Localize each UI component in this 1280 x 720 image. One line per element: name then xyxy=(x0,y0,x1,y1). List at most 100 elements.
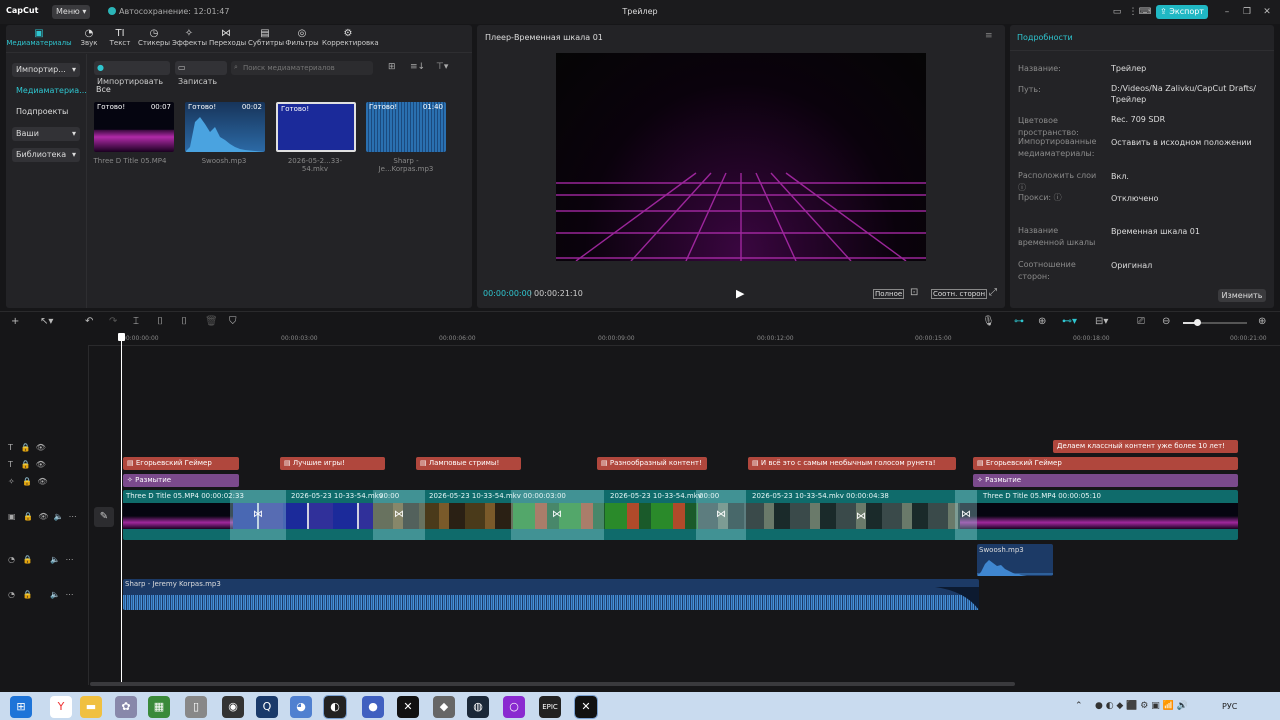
spreadsheet-icon[interactable]: ▦ xyxy=(148,696,170,718)
yandex-browser-icon[interactable]: Y xyxy=(50,696,72,718)
transition-icon[interactable]: ⋈ xyxy=(253,509,263,520)
tab-transitions[interactable]: ⋈ Переходы xyxy=(209,28,246,50)
capcut-taskbar-icon[interactable]: ✕ xyxy=(397,696,419,718)
sidebar-item-yours[interactable]: Ваши ▾ xyxy=(12,127,80,141)
media-item-sharp[interactable]: Готово! 01:40 xyxy=(366,102,446,152)
magnet-icon[interactable]: ⊕ xyxy=(1038,316,1046,327)
language-indicator[interactable]: РУС xyxy=(1222,702,1237,711)
sidebar-item-library[interactable]: Библиотека ▾ xyxy=(12,148,80,162)
transition-icon[interactable]: ⋈ xyxy=(552,509,562,520)
split-right-icon[interactable]: ⌷ xyxy=(181,316,187,327)
fullscreen-icon[interactable]: ⤢ xyxy=(989,287,997,298)
zoom-slider-handle[interactable] xyxy=(1194,319,1201,326)
qbittorrent-icon[interactable]: Q xyxy=(256,696,278,718)
split-left-icon[interactable]: ⌷ xyxy=(157,316,163,327)
change-button[interactable]: Изменить xyxy=(1218,289,1266,302)
music-clip[interactable]: Sharp - Jeremy Korpas.mp3 xyxy=(123,579,979,610)
zoom-in-icon[interactable]: ⊕ xyxy=(1258,316,1266,327)
playhead[interactable] xyxy=(121,334,122,686)
tab-filters[interactable]: ◎ Фильтры xyxy=(285,28,319,50)
text-clip[interactable]: ▤ Лучшие игры! xyxy=(280,457,385,470)
video-clip-title-2[interactable] xyxy=(960,503,1238,529)
import-dropdown[interactable]: Импортир... ▾ xyxy=(12,63,80,77)
speaker-icon[interactable]: 🔈 xyxy=(50,590,60,599)
game-icon[interactable]: ◆ xyxy=(433,696,455,718)
grid-view-icon[interactable]: ⊞ xyxy=(388,62,396,72)
eye-icon[interactable]: 👁 xyxy=(37,477,47,486)
steam-icon[interactable]: ◍ xyxy=(467,696,489,718)
discord-icon[interactable]: ◕ xyxy=(290,696,312,718)
sidebar-item-projects[interactable]: Подпроекты xyxy=(12,105,80,119)
tab-adjust[interactable]: ⚙ Корректировка xyxy=(322,28,379,50)
tray-chevron-icon[interactable]: ⌃ xyxy=(1075,701,1083,711)
transition-icon[interactable]: ⋈ xyxy=(856,511,866,522)
link-icon[interactable]: ⊶ xyxy=(1014,316,1024,327)
delete-icon[interactable]: 🗑 xyxy=(205,316,218,327)
text-clip[interactable]: ▤ Егорьевский Геймер xyxy=(123,457,239,470)
fullscreen-quality-button[interactable]: Полное xyxy=(873,289,905,299)
sort-icon[interactable]: ≡↓ xyxy=(410,62,425,72)
more-icon[interactable]: ⋯ xyxy=(69,512,77,521)
tab-stickers[interactable]: ◷ Стикеры xyxy=(137,28,171,50)
media-item-swoosh[interactable]: Готово! 00:02 xyxy=(185,102,265,152)
file-explorer-icon[interactable]: ▬ xyxy=(80,696,102,718)
tab-effects[interactable]: ✧ Эффекты xyxy=(172,28,207,50)
lock-icon[interactable]: 🔒 xyxy=(21,460,31,469)
lock-icon[interactable]: 🔒 xyxy=(23,590,33,599)
app-icon[interactable]: ● xyxy=(362,696,384,718)
more-icon[interactable]: ⋯ xyxy=(65,555,73,564)
close-icon[interactable]: ✕ xyxy=(1260,5,1274,19)
capcut-active-icon[interactable]: ✕ xyxy=(574,695,598,719)
filter-icon[interactable]: ⊤▾ xyxy=(436,62,448,72)
snap-icon[interactable]: ⊷▾ xyxy=(1062,316,1077,327)
tab-media[interactable]: ▣ Медиаматериалы xyxy=(4,28,74,50)
caption-icon[interactable]: ⎚ xyxy=(1137,316,1145,327)
text-clip[interactable]: ▤ Ламповые стримы! xyxy=(416,457,521,470)
timeline-scrollbar[interactable] xyxy=(90,682,1015,686)
add-track-icon[interactable]: + xyxy=(11,316,19,327)
video-clip-title[interactable] xyxy=(123,503,233,529)
lock-icon[interactable]: 🔒 xyxy=(21,443,31,452)
redo-icon[interactable]: ↷ xyxy=(109,316,117,327)
lock-icon[interactable]: 🔒 xyxy=(23,555,33,564)
tab-text[interactable]: TI Текст xyxy=(103,28,137,50)
sidebar-item-media[interactable]: Медиаматериа... xyxy=(12,84,87,98)
tab-audio[interactable]: ◔ Звук xyxy=(72,28,106,50)
import-button[interactable]: ● Импортировать xyxy=(94,61,170,86)
eye-icon[interactable]: 👁 xyxy=(36,443,46,452)
transition-icon[interactable]: ⋈ xyxy=(961,509,971,520)
select-tool-icon[interactable]: ↖▾ xyxy=(40,316,53,327)
more-icon[interactable]: ⋯ xyxy=(65,590,73,599)
text-clip[interactable]: ▤ И всё это с самым необычным голосом ру… xyxy=(748,457,956,470)
playhead-handle[interactable] xyxy=(118,333,125,341)
lock-icon[interactable]: 🔒 xyxy=(23,512,33,521)
app-icon[interactable]: ✿ xyxy=(115,696,137,718)
minimize-icon[interactable]: – xyxy=(1220,5,1234,19)
text-clip[interactable]: Делаем классный контент уже более 10 лет… xyxy=(1053,440,1238,453)
media-search-input[interactable] xyxy=(231,61,373,75)
media-item-mkv[interactable]: Готово! xyxy=(276,102,356,152)
speaker-icon[interactable]: 🔈 xyxy=(54,512,64,521)
zoom-out-icon[interactable]: ⊖ xyxy=(1162,316,1170,327)
info-icon[interactable]: ⓘ xyxy=(1018,183,1026,192)
media-item-three-d-title[interactable]: Готово! 00:07 xyxy=(94,102,174,152)
crop-icon[interactable]: ⊡ xyxy=(910,287,918,298)
document-icon[interactable]: ▯ xyxy=(185,696,207,718)
effect-clip[interactable]: ✧ Размытие xyxy=(123,474,239,487)
undo-icon[interactable]: ↶ xyxy=(85,316,93,327)
windows-start-icon[interactable]: ⊞ xyxy=(10,696,32,718)
effect-clip[interactable]: ✧ Размытие xyxy=(973,474,1238,487)
split-icon[interactable]: ⌶ xyxy=(133,316,139,327)
record-button[interactable]: ▭ Записать xyxy=(175,61,227,86)
edit-cover-icon[interactable]: ✎ xyxy=(94,507,114,527)
info-icon[interactable]: ⓘ xyxy=(1054,193,1062,202)
speaker-icon[interactable]: 🔈 xyxy=(50,555,60,564)
export-button[interactable]: ⇪ Экспорт xyxy=(1156,5,1208,19)
lock-icon[interactable]: 🔒 xyxy=(22,477,32,486)
shield-icon[interactable]: ⛉ xyxy=(229,316,237,327)
preview-axis-icon[interactable]: ⊟▾ xyxy=(1095,316,1108,327)
text-clip[interactable]: ▤ Разнообразный контент! xyxy=(597,457,707,470)
eye-icon[interactable]: 👁 xyxy=(38,512,48,521)
epic-games-icon[interactable]: EPIC xyxy=(539,696,561,718)
microphone-icon[interactable]: 🎙 xyxy=(982,316,995,327)
